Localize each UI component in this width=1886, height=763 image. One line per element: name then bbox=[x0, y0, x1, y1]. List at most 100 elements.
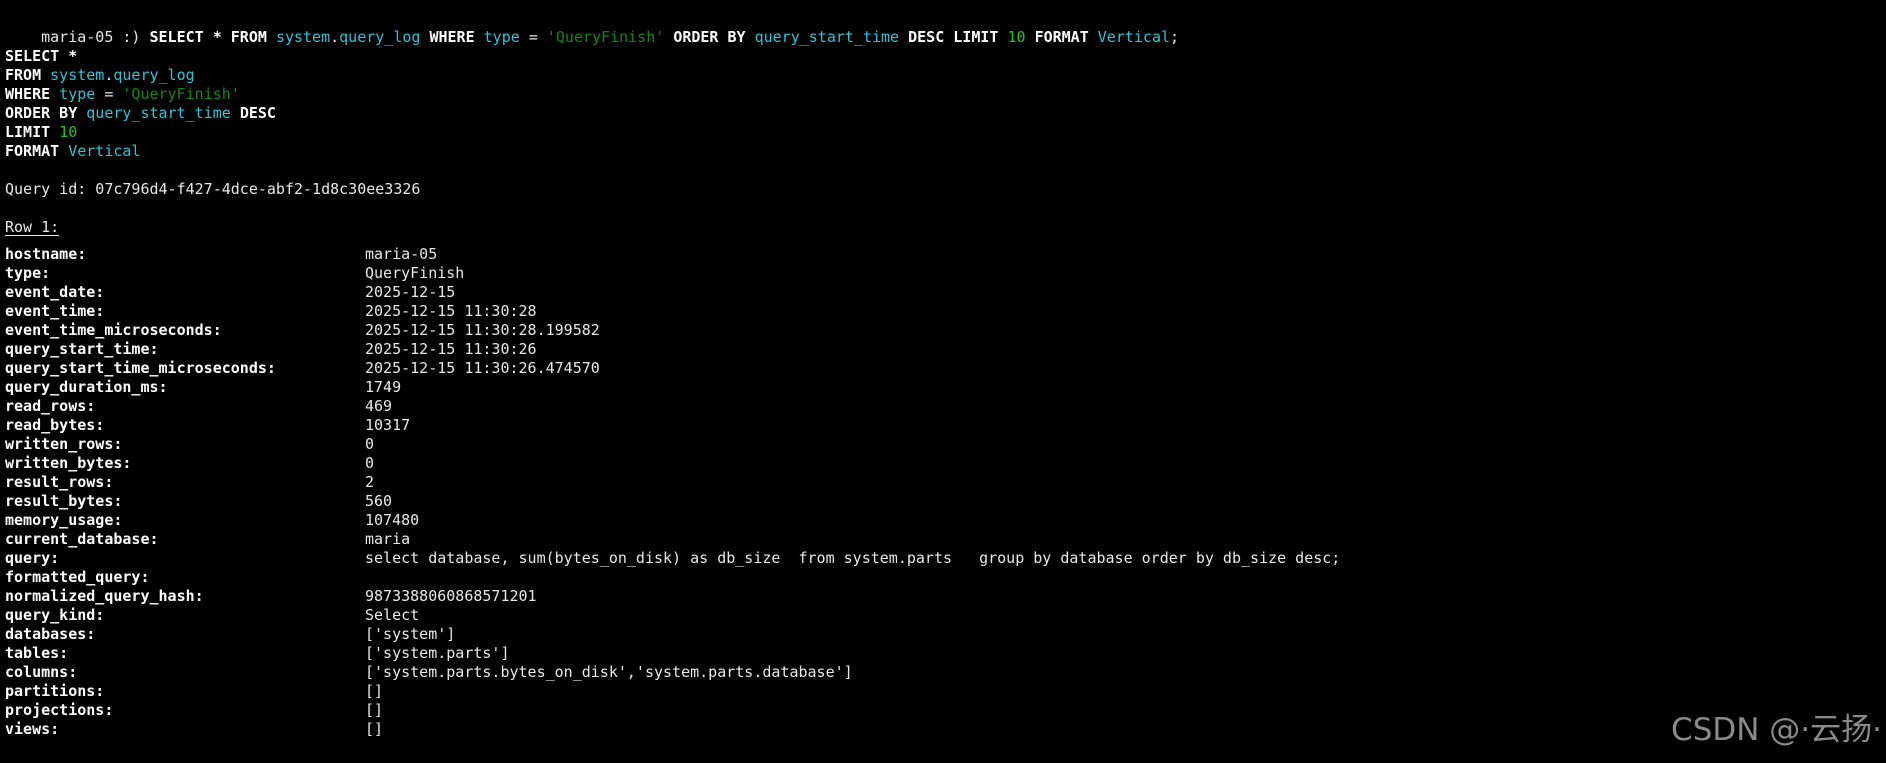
field-name: formatted_query: bbox=[5, 568, 150, 586]
command-token: DESC bbox=[908, 28, 945, 46]
sql-token: = bbox=[95, 85, 123, 103]
sql-token: SELECT * bbox=[5, 47, 78, 65]
terminal-output[interactable]: maria-05 :) SELECT * FROM system.query_l… bbox=[5, 9, 1886, 739]
field-row: views: [] bbox=[5, 720, 1886, 739]
command-text: SELECT * FROM system.query_log WHERE typ… bbox=[150, 28, 1180, 46]
command-token bbox=[944, 28, 953, 46]
field-name: type: bbox=[5, 264, 51, 282]
command-token: 'QueryFinish' bbox=[546, 28, 665, 46]
field-row: written_rows: 0 bbox=[5, 435, 1886, 454]
field-name: projections: bbox=[5, 701, 114, 719]
sql-token: WHERE bbox=[5, 85, 51, 103]
field-value: 2025-12-15 11:30:28 bbox=[365, 302, 537, 320]
command-token: query_log bbox=[339, 28, 421, 46]
field-name: read_bytes: bbox=[5, 416, 105, 434]
field-row: normalized_query_hash: 987338806086857120… bbox=[5, 587, 1886, 606]
command-token: FROM bbox=[230, 28, 267, 46]
field-value: 0 bbox=[365, 454, 375, 472]
prompt-host: maria-05 bbox=[41, 28, 114, 46]
command-token: Vertical bbox=[1097, 28, 1171, 46]
field-value: 2025-12-15 bbox=[365, 283, 456, 301]
field-value: 2025-12-15 11:30:26 bbox=[365, 340, 537, 358]
field-value: maria-05 bbox=[365, 245, 438, 263]
field-name: query_start_time_microseconds: bbox=[5, 359, 276, 377]
field-value: ['system.parts.bytes_on_disk','system.pa… bbox=[365, 663, 853, 681]
sql-token: type bbox=[59, 85, 96, 103]
field-value: ['system.parts'] bbox=[365, 644, 510, 662]
formatted-query-line: WHERE type = 'QueryFinish' bbox=[5, 85, 1886, 104]
command-token: WHERE bbox=[429, 28, 475, 46]
formatted-query-block: SELECT * FROM system.query_log WHERE type … bbox=[5, 47, 1886, 161]
field-row: result_rows: 2 bbox=[5, 473, 1886, 492]
field-row: written_bytes: 0 bbox=[5, 454, 1886, 473]
sql-token: FROM bbox=[5, 66, 42, 84]
field-row: columns: ['system.parts.bytes_on_disk','s… bbox=[5, 663, 1886, 682]
formatted-query-line: SELECT * bbox=[5, 47, 1886, 66]
field-row: event_date: 2025-12-15 bbox=[5, 283, 1886, 302]
field-row: read_rows: 469 bbox=[5, 397, 1886, 416]
csdn-watermark: CSDN @·云扬· bbox=[1671, 712, 1882, 748]
field-row: query_start_time: 2025-12-15 11:30:26 bbox=[5, 340, 1886, 359]
sql-token: LIMIT bbox=[5, 123, 51, 141]
command-token: 10 bbox=[1007, 28, 1026, 46]
field-name: written_bytes: bbox=[5, 454, 132, 472]
field-value: 2025-12-15 11:30:28.199582 bbox=[365, 321, 600, 339]
formatted-query-line: ORDER BY query_start_time DESC bbox=[5, 104, 1886, 123]
field-row: type: QueryFinish bbox=[5, 264, 1886, 283]
field-name: tables: bbox=[5, 644, 69, 662]
command-token: query_start_time bbox=[754, 28, 900, 46]
field-row: event_time: 2025-12-15 11:30:28 bbox=[5, 302, 1886, 321]
command-token: FORMAT bbox=[1034, 28, 1089, 46]
field-name: result_rows: bbox=[5, 473, 114, 491]
field-value: 10317 bbox=[365, 416, 411, 434]
command-token bbox=[267, 28, 276, 46]
field-value: QueryFinish bbox=[365, 264, 465, 282]
command-token bbox=[746, 28, 755, 46]
command-token: = bbox=[519, 28, 547, 46]
field-name: query_duration_ms: bbox=[5, 378, 168, 396]
field-name: memory_usage: bbox=[5, 511, 123, 529]
field-name: result_bytes: bbox=[5, 492, 123, 510]
field-row: read_bytes: 10317 bbox=[5, 416, 1886, 435]
field-row: query_duration_ms: 1749 bbox=[5, 378, 1886, 397]
field-row: partitions: [] bbox=[5, 682, 1886, 701]
sql-token: 'QueryFinish' bbox=[122, 85, 240, 103]
sql-token: FORMAT bbox=[5, 142, 60, 160]
field-value: 107480 bbox=[365, 511, 420, 529]
field-row: query_kind: Select bbox=[5, 606, 1886, 625]
field-row: formatted_query: bbox=[5, 568, 1886, 587]
command-token: ORDER BY bbox=[673, 28, 746, 46]
field-value: select database, sum(bytes_on_disk) as d… bbox=[365, 549, 1341, 567]
field-value: [] bbox=[365, 701, 384, 719]
field-name: event_time: bbox=[5, 302, 105, 320]
prompt-symbol: :) bbox=[122, 28, 141, 46]
field-value: Select bbox=[365, 606, 420, 624]
sql-token: query_start_time bbox=[86, 104, 231, 122]
field-row: query_start_time_microseconds: 2025-12-15… bbox=[5, 359, 1886, 378]
sql-token: 10 bbox=[59, 123, 78, 141]
field-row: tables: ['system.parts'] bbox=[5, 644, 1886, 663]
command-token: ; bbox=[1170, 28, 1180, 46]
field-value: 9873388060868571201 bbox=[365, 587, 537, 605]
field-value: [] bbox=[365, 682, 384, 700]
command-token bbox=[664, 28, 673, 46]
command-token: . bbox=[330, 28, 340, 46]
result-fields: hostname: maria-05 type: QueryFinish event_d… bbox=[5, 245, 1886, 739]
field-row: projections: [] bbox=[5, 701, 1886, 720]
sql-token: Vertical bbox=[68, 142, 141, 160]
field-value: 0 bbox=[365, 435, 375, 453]
field-name: event_date: bbox=[5, 283, 105, 301]
formatted-query-line: LIMIT 10 bbox=[5, 123, 1886, 142]
field-value: ['system'] bbox=[365, 625, 456, 643]
field-value: 1749 bbox=[365, 378, 402, 396]
field-row: memory_usage: 107480 bbox=[5, 511, 1886, 530]
command-token: type bbox=[483, 28, 520, 46]
row-header: Row 1: bbox=[5, 218, 60, 236]
command-token: system bbox=[275, 28, 331, 46]
field-row: hostname: maria-05 bbox=[5, 245, 1886, 264]
